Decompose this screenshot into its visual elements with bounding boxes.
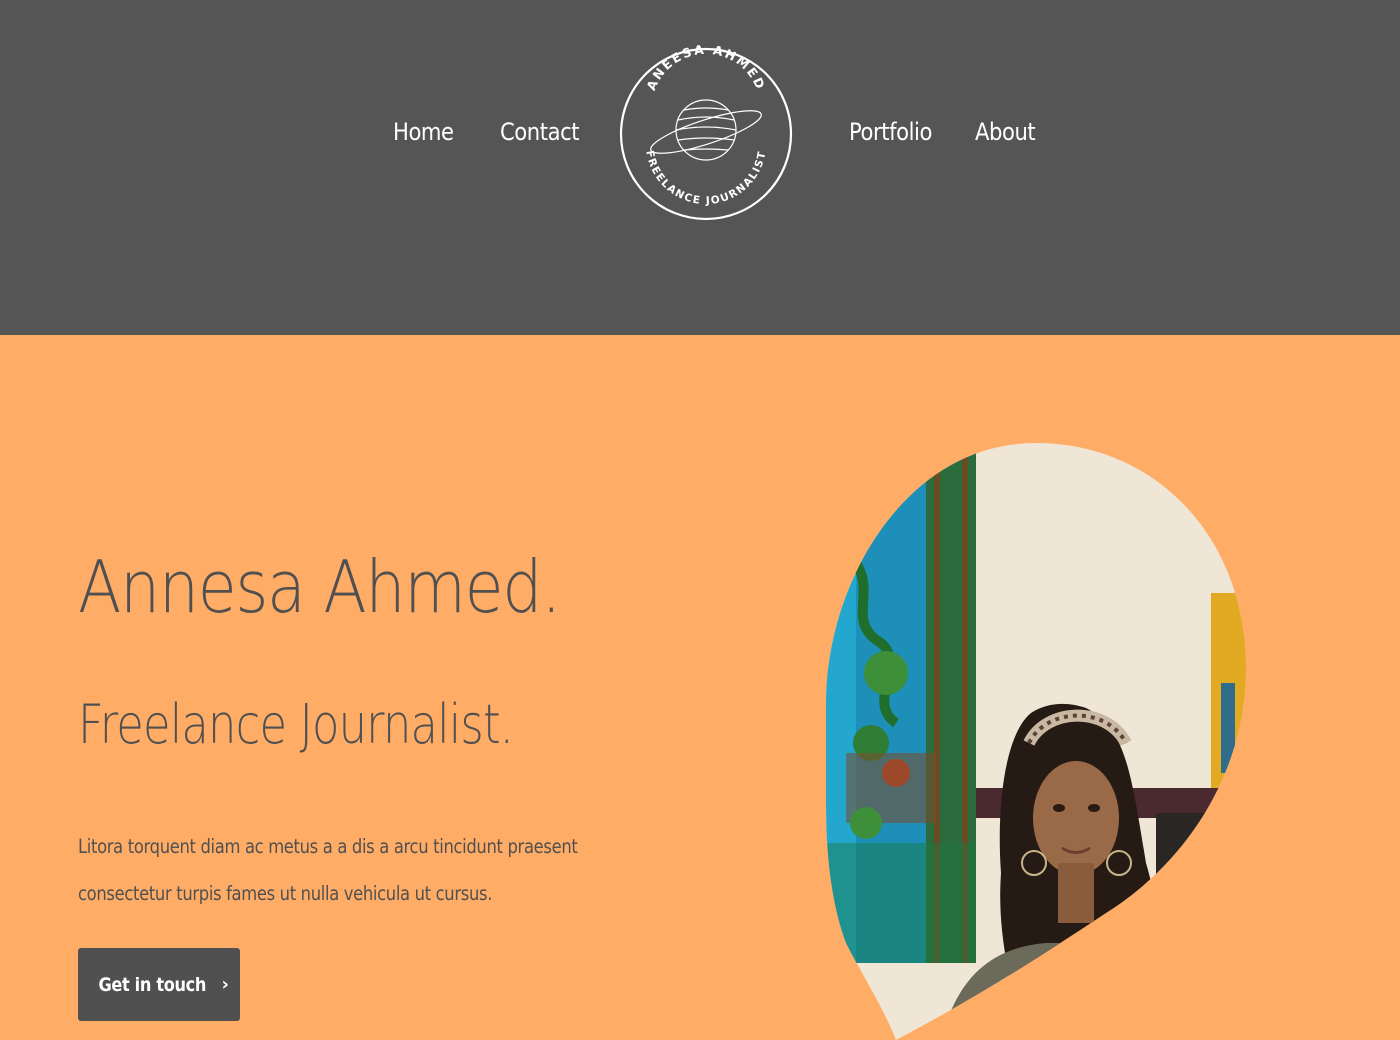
hero-description: Litora torquent diam ac metus a a dis a … [78, 835, 578, 905]
nav-portfolio-link[interactable]: Portfolio [849, 118, 932, 146]
get-in-touch-button[interactable]: Get in touch › [78, 948, 240, 1021]
hero-title: Annesa Ahmed. [78, 545, 561, 629]
profile-photo [826, 443, 1246, 1040]
chevron-right-icon: › [221, 974, 229, 995]
site-header: Home Contact ANEESA AHMED FREELANCE JOUR… [0, 0, 1400, 335]
saturn-icon [650, 99, 762, 161]
nav-home-link[interactable]: Home [393, 118, 454, 146]
site-logo[interactable]: ANEESA AHMED FREELANCE JOURNALIST [618, 0, 794, 276]
logo-bottom-text: FREELANCE JOURNALIST [643, 150, 768, 208]
get-in-touch-label: Get in touch [98, 973, 207, 996]
nav-contact-link[interactable]: Contact [500, 118, 580, 146]
nav-about-link[interactable]: About [975, 118, 1036, 146]
hero-subtitle: Freelance Journalist. [78, 693, 514, 756]
hero-section: Annesa Ahmed. Freelance Journalist. Lito… [0, 335, 1400, 1040]
